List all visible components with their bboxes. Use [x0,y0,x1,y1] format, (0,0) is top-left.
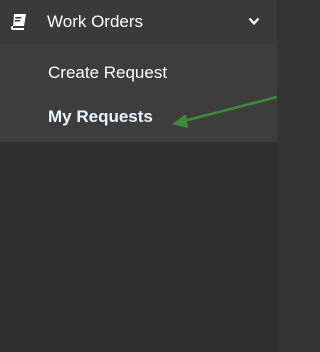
create-request-link[interactable]: Create Request [48,63,167,83]
sidebar-empty-area [0,142,277,352]
work-orders-title: Work Orders [47,12,144,31]
sidebar: Work Orders Create Request My Requests [0,0,277,352]
book-icon [11,14,26,30]
annotation-arrow [172,95,277,128]
chevron-down-icon[interactable] [248,17,260,26]
work-orders-menu-header[interactable]: Work Orders [0,0,277,44]
my-requests-link[interactable]: My Requests [48,107,153,127]
